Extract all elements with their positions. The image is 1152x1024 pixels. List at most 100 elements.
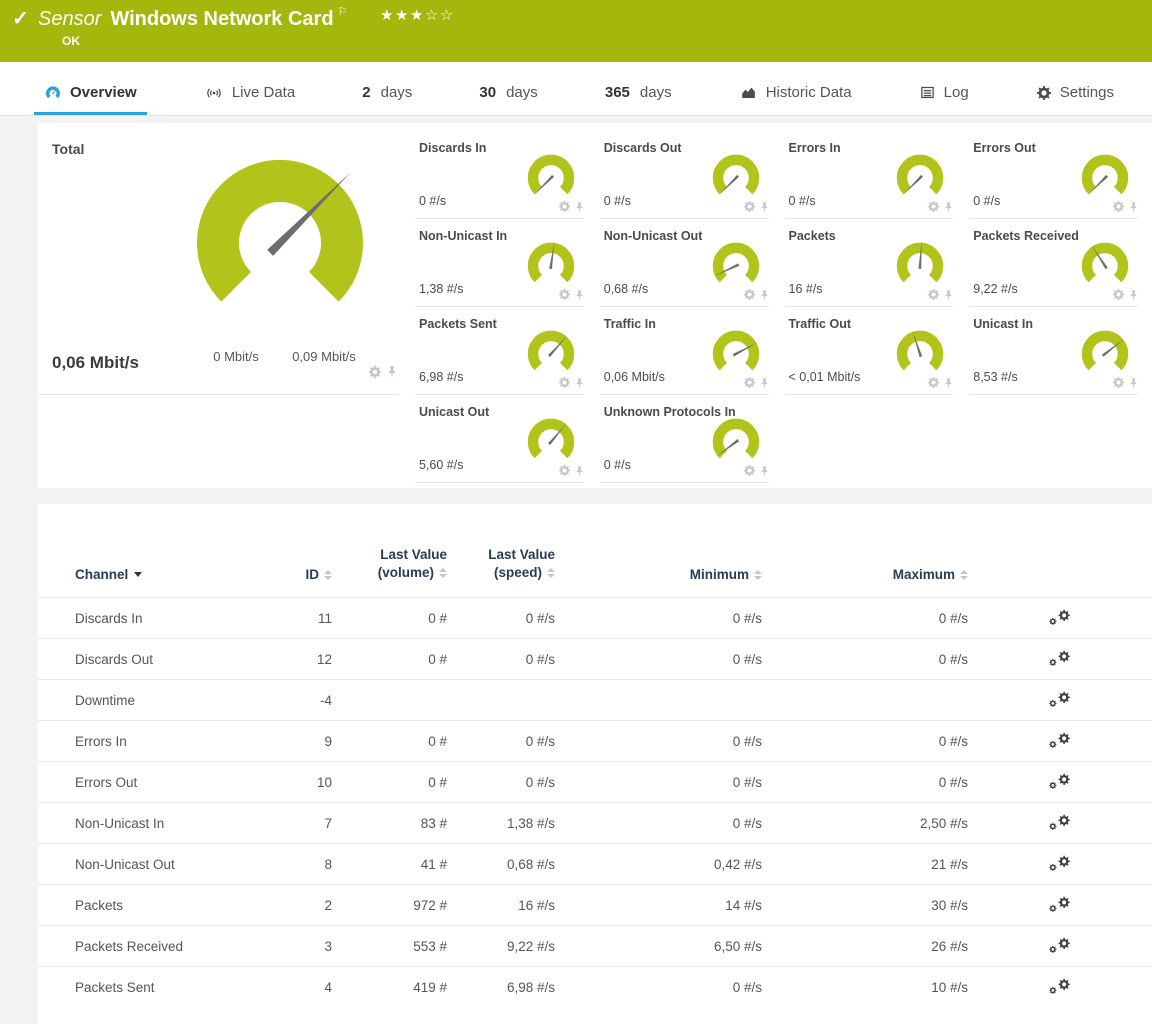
channel-settings-gears-icon[interactable] [968,732,1152,750]
gear-icon[interactable] [558,464,571,477]
channel-gauge[interactable]: Discards Out 0 #/s [598,131,783,219]
col-channel[interactable]: Channel [75,567,270,582]
gear-icon[interactable] [743,376,756,389]
channel-gauge[interactable]: Errors In 0 #/s [783,131,968,219]
channel-gauge[interactable]: Unicast In 8,53 #/s [967,307,1152,395]
gear-icon[interactable] [558,200,571,213]
channel-name[interactable]: Packets Received [75,939,270,954]
pin-icon[interactable] [759,201,770,213]
sort-icon [960,570,968,580]
channel-gauge[interactable]: Packets Sent 6,98 #/s [413,307,598,395]
gear-icon[interactable] [1112,200,1125,213]
log-icon [919,85,936,100]
channel-gauge[interactable]: Traffic In 0,06 Mbit/s [598,307,783,395]
table-row: Non-Unicast Out 8 41 # 0,68 #/s 0,42 #/s… [38,843,1152,884]
pin-icon[interactable] [943,201,954,213]
channel-name[interactable]: Discards Out [75,652,270,667]
table-row: Downtime -4 [38,679,1152,720]
tab-2-days[interactable]: 2 days [352,84,422,115]
tab-settings[interactable]: Settings [1026,84,1124,115]
gear-icon[interactable] [368,365,382,379]
pin-icon[interactable] [1128,201,1139,213]
pin-icon[interactable] [574,377,585,389]
total-gauge[interactable]: Total 0 Mbit/s 0,09 Mbit/s 0,06 Mbit/s [38,123,413,488]
tab-30-days[interactable]: 30 days [469,84,547,115]
pin-icon[interactable] [1128,289,1139,301]
channel-gauge-value: 0 #/s [973,194,1000,208]
col-minimum[interactable]: Minimum [555,567,762,582]
channel-settings-gears-icon[interactable] [968,814,1152,832]
channel-name[interactable]: Errors Out [75,775,270,790]
tab-number: 30 [479,84,496,101]
sensor-name[interactable]: Windows Network Card [110,8,333,30]
channel-settings-gears-icon[interactable] [968,896,1152,914]
channel-settings-gears-icon[interactable] [968,855,1152,873]
channel-gauge[interactable]: Traffic Out < 0,01 Mbit/s [783,307,968,395]
tab-log[interactable]: Log [909,84,979,115]
gear-icon[interactable] [1112,288,1125,301]
last-value-volume: 972 # [332,898,447,913]
gear-icon[interactable] [558,288,571,301]
sort-caret-icon [134,572,142,577]
pin-icon[interactable] [943,377,954,389]
channel-settings-gears-icon[interactable] [968,773,1152,791]
gear-icon[interactable] [927,376,940,389]
channel-settings-gears-icon[interactable] [968,609,1152,627]
channel-name[interactable]: Errors In [75,734,270,749]
pin-icon[interactable] [759,465,770,477]
pin-icon[interactable] [574,465,585,477]
gear-icon[interactable] [743,464,756,477]
gear-icon[interactable] [743,200,756,213]
pin-icon[interactable] [1128,377,1139,389]
flag-icon[interactable]: ⚐ [338,6,348,18]
tab-365-days[interactable]: 365 days [595,84,682,115]
tab-historic-data[interactable]: Historic Data [729,84,862,115]
channel-settings-gears-icon[interactable] [968,650,1152,668]
pin-icon[interactable] [386,365,398,378]
channel-name[interactable]: Packets [75,898,270,913]
pin-icon[interactable] [759,289,770,301]
pin-icon[interactable] [574,289,585,301]
channel-name[interactable]: Non-Unicast In [75,816,270,831]
gear-icon[interactable] [743,288,756,301]
channel-name[interactable]: Packets Sent [75,980,270,995]
channel-gauge[interactable]: Non-Unicast Out 0,68 #/s [598,219,783,307]
channel-name[interactable]: Downtime [75,693,270,708]
gear-icon[interactable] [927,288,940,301]
channel-gauge[interactable]: Discards In 0 #/s [413,131,598,219]
channel-settings-gears-icon[interactable] [968,691,1152,709]
pin-icon[interactable] [759,377,770,389]
channel-gauge[interactable]: Packets 16 #/s [783,219,968,307]
pin-icon[interactable] [574,201,585,213]
tab-live-data[interactable]: Live Data [194,84,305,115]
channel-name[interactable]: Non-Unicast Out [75,857,270,872]
last-value-speed: 16 #/s [447,898,555,913]
col-last-value-speed[interactable]: Last Value (speed) [447,546,555,582]
col-id[interactable]: ID [270,567,332,582]
channel-gauge[interactable]: Errors Out 0 #/s [967,131,1152,219]
channel-settings-gears-icon[interactable] [968,978,1152,996]
table-row: Packets Sent 4 419 # 6,98 #/s 0 #/s 10 #… [38,966,1152,1007]
priority-star-rating[interactable]: ★★★☆☆ [380,6,455,24]
pin-icon[interactable] [943,289,954,301]
gear-icon[interactable] [927,200,940,213]
channel-name[interactable]: Discards In [75,611,270,626]
channel-gauge-value: 0,68 #/s [604,282,648,296]
channel-gauge[interactable]: Non-Unicast In 1,38 #/s [413,219,598,307]
col-maximum[interactable]: Maximum [762,567,968,582]
channel-gauge-dial [520,410,582,468]
channel-gauge-dial [889,322,951,380]
col-last-value-volume[interactable]: Last Value (volume) [332,546,447,582]
last-value-speed: 9,22 #/s [447,939,555,954]
channel-gauge-value: 0 #/s [604,194,631,208]
tab-bar: Overview Live Data 2 days 30 days 365 da… [0,62,1152,116]
gear-icon[interactable] [558,376,571,389]
gauge-icon [44,84,62,101]
table-header: Channel ID Last Value (volume) Last Valu… [38,546,1152,597]
channel-settings-gears-icon[interactable] [968,937,1152,955]
gear-icon[interactable] [1112,376,1125,389]
channel-gauge[interactable]: Unknown Protocols In 0 #/s [598,395,783,483]
channel-gauge[interactable]: Unicast Out 5,60 #/s [413,395,598,483]
tab-overview[interactable]: Overview [34,84,147,115]
channel-gauge[interactable]: Packets Received 9,22 #/s [967,219,1152,307]
